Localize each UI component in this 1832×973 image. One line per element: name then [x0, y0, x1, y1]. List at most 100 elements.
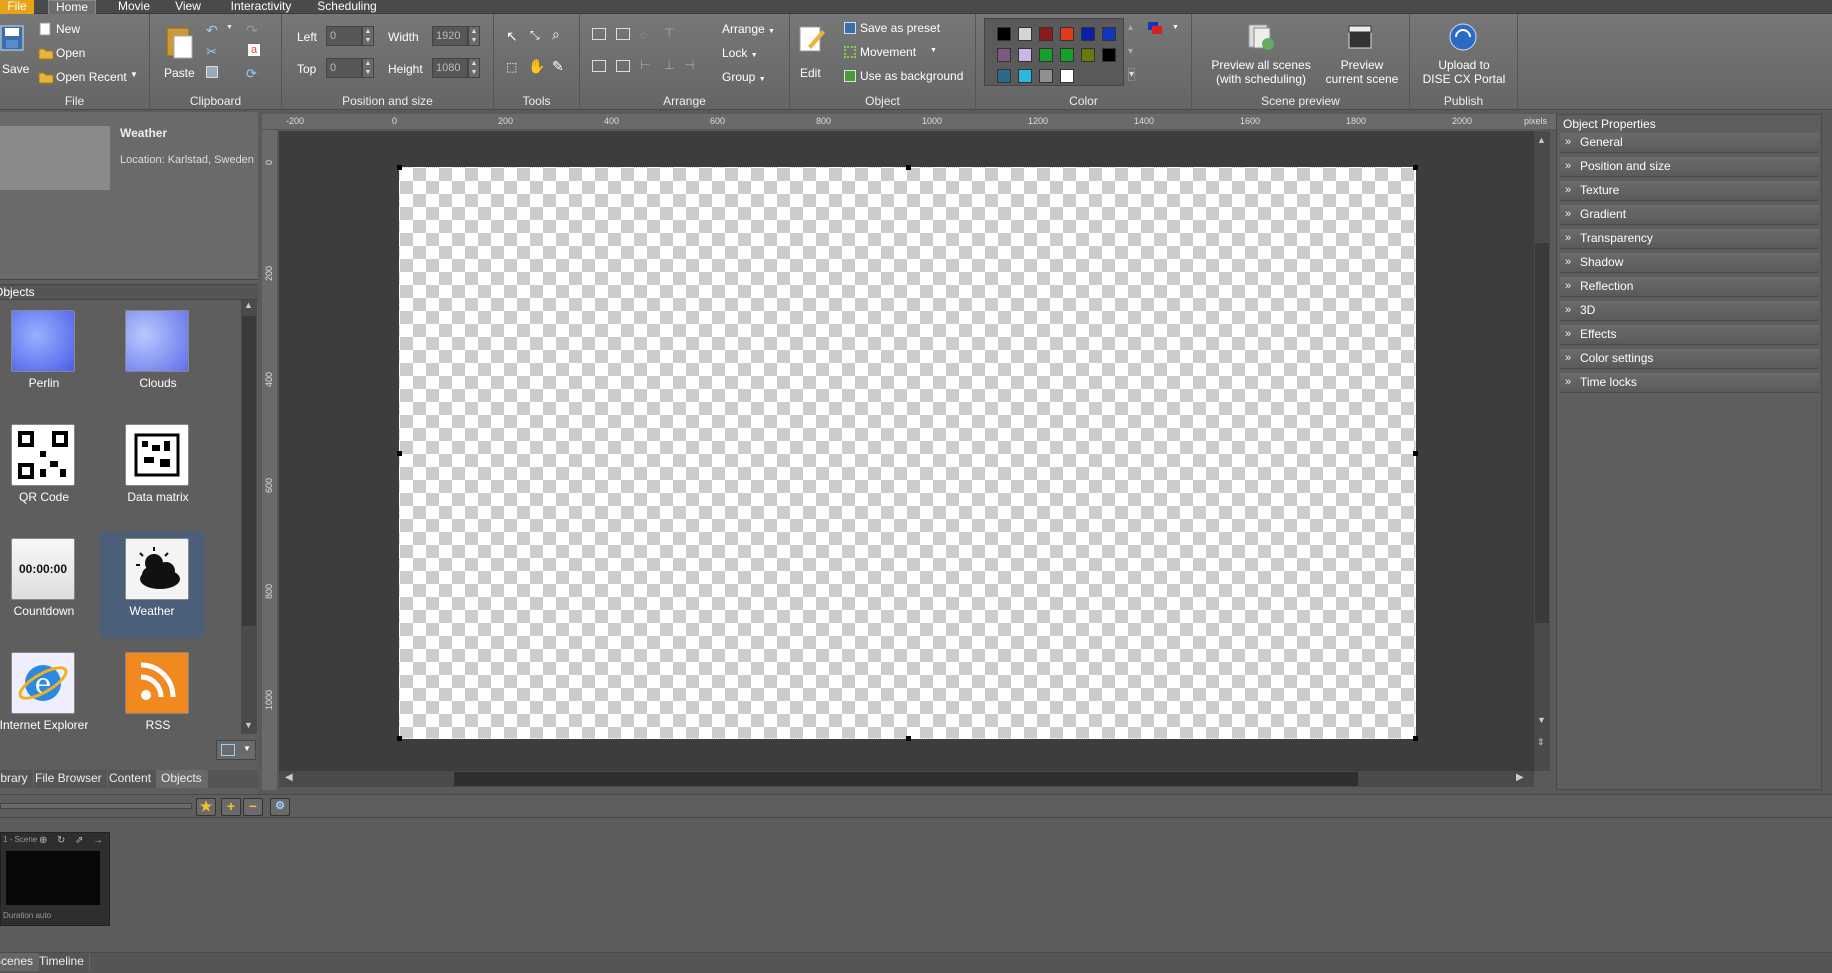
menu-tab-file[interactable]: File — [0, 0, 34, 14]
remove-scene-button[interactable]: − — [243, 798, 263, 816]
scene-loop-icon[interactable]: ↻ — [57, 835, 65, 846]
property-section-color-settings[interactable]: » Color settings — [1560, 349, 1819, 369]
resize-handle[interactable] — [397, 736, 402, 741]
color-swatch[interactable] — [1018, 27, 1032, 41]
property-section-texture[interactable]: » Texture — [1560, 181, 1819, 201]
view-mode-button[interactable]: ▼ — [216, 740, 256, 760]
tab-timeline[interactable]: Timeline — [34, 953, 90, 971]
scene-thumbnail[interactable]: 1 - Scene ⊕ ↻ ⇗ → Duration auto — [0, 832, 110, 926]
tab-objects[interactable]: Objects — [156, 770, 208, 788]
open-button[interactable]: Open — [38, 44, 138, 62]
align-top-icon[interactable]: ⊤ — [664, 26, 674, 40]
object-rss[interactable]: RSS — [106, 646, 210, 752]
color-swatch[interactable] — [1018, 48, 1032, 62]
left-stepper[interactable]: ▲ ▼ — [362, 26, 374, 46]
scroll-thumb[interactable] — [454, 772, 1358, 786]
object-weather[interactable]: Weather — [100, 532, 204, 638]
send-backward-icon[interactable] — [616, 60, 630, 72]
property-section-effects[interactable]: » Effects — [1560, 325, 1819, 345]
scroll-up-icon[interactable]: ▲ — [1537, 135, 1546, 145]
zoom-icon[interactable]: ⌕ — [552, 26, 560, 43]
color-swatch[interactable] — [1039, 69, 1053, 83]
tab-content[interactable]: Content — [104, 770, 158, 788]
resize-handle[interactable] — [397, 165, 402, 170]
duplicate-icon[interactable]: ⟳ — [246, 66, 257, 82]
edit-button[interactable]: Edit — [796, 22, 828, 86]
scroll-thumb[interactable] — [1535, 243, 1549, 623]
undo-icon[interactable]: ↶ — [206, 22, 218, 39]
preview-all-button[interactable]: Preview all scenes (with scheduling) — [1206, 22, 1316, 88]
color-swatch[interactable] — [1060, 27, 1074, 41]
pointer-icon[interactable]: ↖ — [506, 28, 518, 45]
arrange-dropdown[interactable]: Arrange ▼ — [722, 22, 775, 36]
scroll-down-icon[interactable]: ▼ — [1537, 715, 1546, 725]
tab-file-browser[interactable]: File Browser — [30, 770, 108, 788]
color-swatch[interactable] — [997, 27, 1011, 41]
color-swatch[interactable] — [1081, 27, 1095, 41]
scroll-up-icon[interactable]: ▲ — [244, 300, 253, 310]
scene-canvas[interactable] — [397, 165, 1418, 741]
send-back-icon[interactable] — [592, 60, 606, 72]
object-clouds[interactable]: Clouds — [106, 304, 210, 410]
color-swatch[interactable] — [997, 48, 1011, 62]
object-perlin[interactable]: Perlin — [0, 304, 96, 410]
property-section-time-locks[interactable]: » Time locks — [1560, 373, 1819, 393]
chevron-down-icon[interactable]: ▼ — [1172, 24, 1179, 31]
menu-tab-scheduling[interactable]: Scheduling — [314, 0, 380, 14]
zoom-fit-icon[interactable]: ⇕ — [1537, 737, 1545, 748]
new-scene-star-button[interactable]: ★ — [196, 798, 216, 816]
resize-handle[interactable] — [906, 736, 911, 741]
save-button[interactable]: Save — [0, 22, 29, 86]
preview-current-button[interactable]: Preview current scene — [1322, 22, 1402, 88]
height-input[interactable]: 1080 — [432, 58, 468, 78]
top-stepper[interactable]: ▲ ▼ — [362, 58, 374, 78]
palette-scroll-up-icon[interactable]: ▴ — [1128, 22, 1133, 33]
property-section-general[interactable]: » General — [1560, 133, 1819, 153]
object-countdown[interactable]: 00:00:00 Countdown — [0, 532, 96, 638]
objects-scrollbar[interactable]: ▲ ▼ — [241, 300, 257, 734]
resize-handle[interactable] — [1413, 736, 1418, 741]
lock-dropdown[interactable]: Lock ▼ — [722, 46, 758, 60]
scene-arrow-icon[interactable]: → — [93, 835, 103, 846]
align-left-icon[interactable]: ⊢ — [640, 58, 650, 72]
height-stepper[interactable]: ▲ ▼ — [468, 58, 480, 78]
menu-tab-movie[interactable]: Movie — [112, 0, 156, 14]
save-preset-button[interactable]: Save as preset — [844, 20, 964, 38]
scroll-right-icon[interactable]: ▶ — [1516, 772, 1524, 783]
object-data-matrix[interactable]: Data matrix — [106, 418, 210, 524]
bring-front-icon[interactable] — [592, 28, 606, 40]
open-recent-button[interactable]: Open Recent ▼ — [38, 68, 148, 86]
property-section-transparency[interactable]: » Transparency — [1560, 229, 1819, 249]
bring-forward-icon[interactable] — [616, 28, 630, 40]
width-stepper[interactable]: ▲ ▼ — [468, 26, 480, 46]
color-swatch[interactable] — [1060, 69, 1074, 83]
menu-tab-view[interactable]: View — [172, 0, 204, 14]
rotate-icon[interactable]: ◌ — [640, 28, 647, 42]
upload-button[interactable]: Upload to DISE CX Portal — [1414, 22, 1514, 88]
use-background-button[interactable]: Use as background — [844, 68, 974, 86]
color-swatch[interactable] — [1039, 27, 1053, 41]
scene-settings-button[interactable]: ⚙ — [270, 798, 290, 816]
canvas-vertical-scrollbar[interactable]: ▲ ▼ ⇕ — [1534, 131, 1550, 771]
redo-icon[interactable]: ↷ — [246, 22, 258, 39]
scene-lock-icon[interactable]: ⊕ — [39, 835, 47, 846]
color-picker-button[interactable] — [1148, 22, 1166, 38]
property-section-position-and-size[interactable]: » Position and size — [1560, 157, 1819, 177]
tab-library[interactable]: Library — [0, 770, 34, 788]
undo-dropdown-icon[interactable]: ▼ — [226, 24, 233, 31]
color-swatch[interactable] — [1081, 48, 1095, 62]
top-input[interactable]: 0 — [326, 58, 362, 78]
left-input[interactable]: 0 — [326, 26, 362, 46]
align-bottom-icon[interactable]: ⊥ — [664, 58, 674, 72]
copy-icon[interactable] — [206, 66, 218, 78]
property-section-3d[interactable]: » 3D — [1560, 301, 1819, 321]
color-swatch[interactable] — [1102, 48, 1116, 62]
menu-tab-home[interactable]: Home — [48, 0, 96, 14]
movement-button[interactable]: Movement ▼ — [844, 44, 964, 62]
color-swatch[interactable] — [997, 69, 1011, 83]
property-section-reflection[interactable]: » Reflection — [1560, 277, 1819, 297]
color-swatch[interactable] — [1018, 69, 1032, 83]
cut-icon[interactable]: ✂ — [206, 44, 217, 60]
new-button[interactable]: New — [38, 20, 138, 38]
palette-expand-icon[interactable]: ▾ — [1128, 68, 1136, 81]
